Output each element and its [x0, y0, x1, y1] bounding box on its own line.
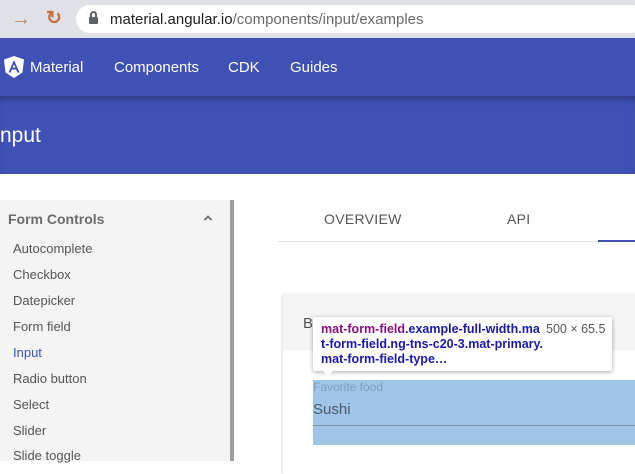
- angular-logo-icon[interactable]: [4, 56, 24, 78]
- sidebar-item-datepicker[interactable]: Datepicker: [13, 293, 75, 308]
- tab-api[interactable]: API: [507, 211, 530, 227]
- sidebar-item-checkbox[interactable]: Checkbox: [13, 267, 71, 282]
- reload-icon[interactable]: ↻: [43, 8, 65, 30]
- sidebar-item-select[interactable]: Select: [13, 397, 49, 412]
- sidebar-item-radio-button[interactable]: Radio button: [13, 371, 87, 386]
- url-domain: material.angular.io: [110, 11, 233, 28]
- example-card-title: B: [303, 315, 314, 332]
- element-selector: mat-form-field.example-full-width.mat-fo…: [321, 322, 543, 367]
- favorite-food-input[interactable]: Sushi: [313, 401, 351, 418]
- url-text: material.angular.io/components/input/exa…: [110, 11, 424, 28]
- sidebar-item-slider[interactable]: Slider: [13, 423, 46, 438]
- sidebar: Form Controls Autocomplete Checkbox Date…: [0, 200, 230, 463]
- form-field-underline: [313, 425, 635, 426]
- page-title: nput: [0, 124, 41, 147]
- nav-components[interactable]: Components: [114, 59, 199, 76]
- selector-tag: mat-form-field: [321, 322, 406, 336]
- nav-material[interactable]: Material: [30, 59, 83, 76]
- browser-toolbar: → ↻ material.angular.io/components/input…: [0, 0, 635, 38]
- address-bar[interactable]: material.angular.io/components/input/exa…: [76, 5, 635, 33]
- favorite-food-label: Favorite food: [313, 380, 384, 394]
- active-tab-indicator: [598, 240, 635, 242]
- nav-guides[interactable]: Guides: [290, 59, 338, 76]
- tabs-divider: [278, 241, 635, 242]
- sidebar-item-form-field[interactable]: Form field: [13, 319, 71, 334]
- forward-arrow-icon[interactable]: →: [10, 8, 32, 30]
- sidebar-item-autocomplete[interactable]: Autocomplete: [13, 241, 93, 256]
- app-toolbar: Material Components CDK Guides: [0, 38, 635, 96]
- page-header: nput: [0, 96, 635, 174]
- lock-icon: [89, 11, 98, 25]
- element-dimensions: 500 × 65.5: [546, 322, 606, 336]
- tab-overview[interactable]: OVERVIEW: [324, 211, 402, 227]
- chevron-up-icon[interactable]: [203, 213, 213, 223]
- sidebar-section-title[interactable]: Form Controls: [8, 211, 104, 227]
- sidebar-item-input[interactable]: Input: [13, 345, 42, 360]
- tooltip-arrow: [321, 369, 335, 376]
- url-path: /components/input/examples: [232, 11, 424, 28]
- nav-cdk[interactable]: CDK: [228, 59, 260, 76]
- devtools-inspect-tooltip: mat-form-field.example-full-width.mat-fo…: [313, 317, 612, 371]
- sidebar-scrollbar[interactable]: [230, 200, 234, 461]
